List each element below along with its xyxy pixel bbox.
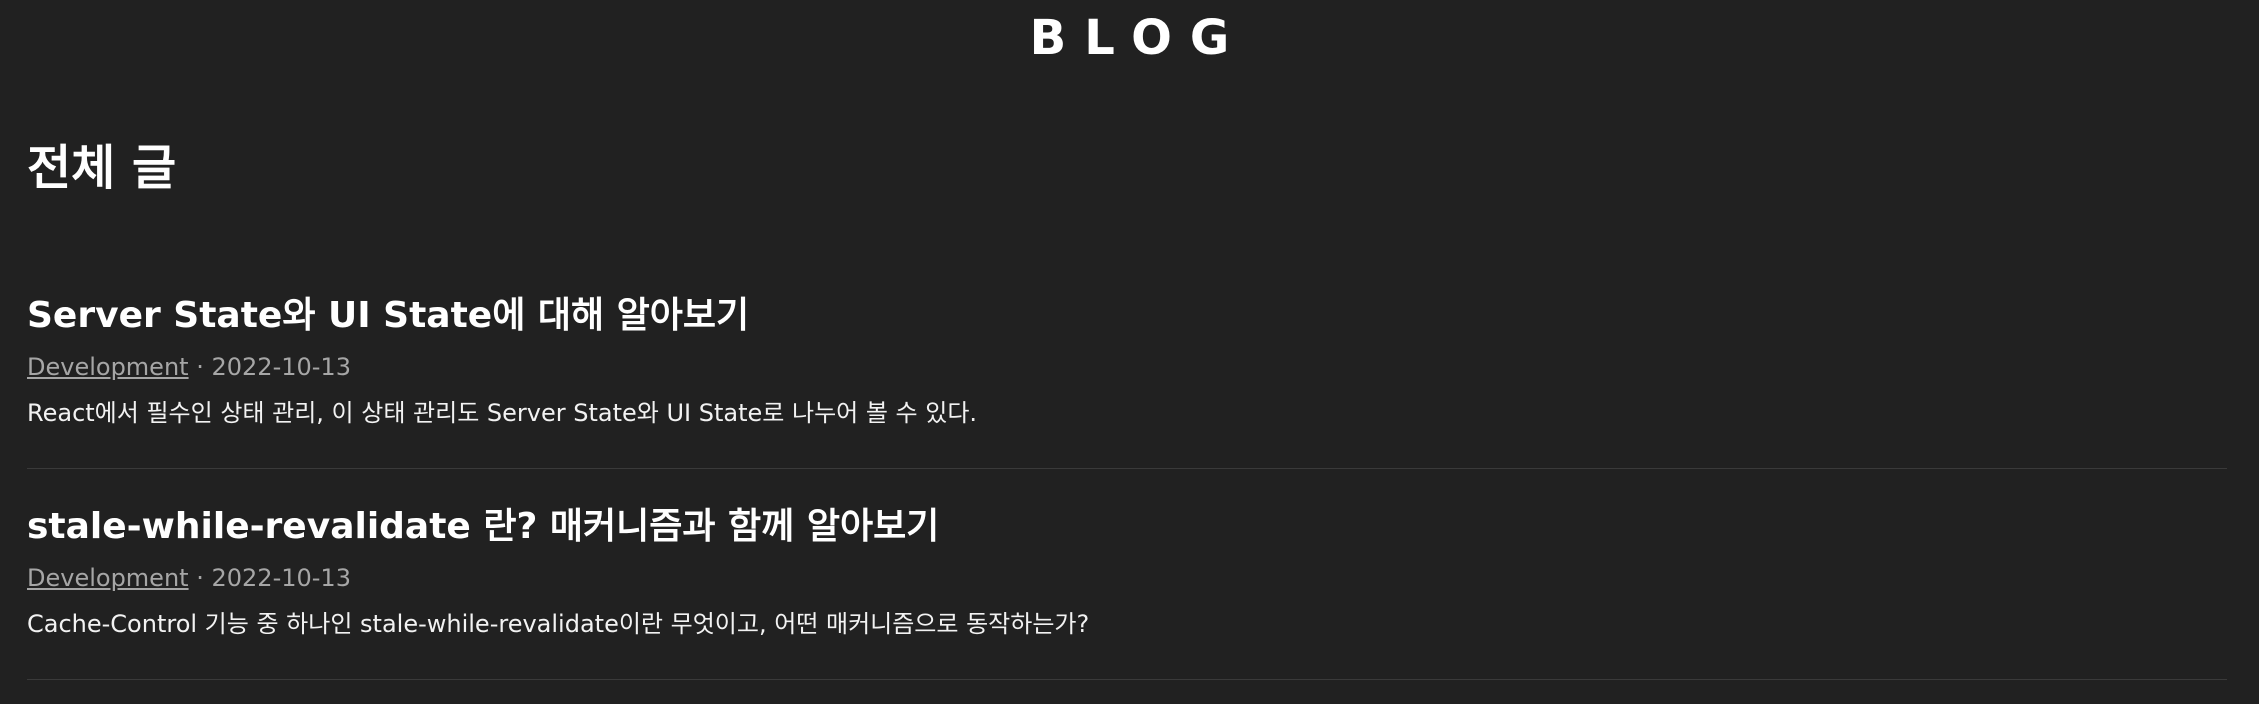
post-category-link[interactable]: Development [27,564,189,592]
post-date: 2022-10-13 [211,564,351,592]
post-list: Server State와 UI State에 대해 알아보기 Developm… [27,258,2227,680]
post-description: Cache-Control 기능 중 하나인 stale-while-reval… [27,610,1090,638]
post-description: React에서 필수인 상태 관리, 이 상태 관리도 Server State… [27,399,978,427]
post-title-link[interactable]: stale-while-revalidate 란? 매커니즘과 함께 알아보기 [27,497,939,549]
post-title-link[interactable]: Server State와 UI State에 대해 알아보기 [27,286,749,338]
post-category-link[interactable]: Development [27,353,189,381]
meta-separator: · [196,353,212,381]
post-date: 2022-10-13 [211,353,351,381]
meta-separator: · [196,564,212,592]
post-item: stale-while-revalidate 란? 매커니즘과 함께 알아보기 … [27,469,2227,680]
page-title: 전체 글 [27,140,177,196]
blog-logo-link[interactable]: BLOG [1012,10,1248,66]
post-meta: Development · 2022-10-13 [27,564,351,592]
post-item: Server State와 UI State에 대해 알아보기 Developm… [27,258,2227,469]
site-header: BLOG [0,10,2259,66]
post-meta: Development · 2022-10-13 [27,353,351,381]
